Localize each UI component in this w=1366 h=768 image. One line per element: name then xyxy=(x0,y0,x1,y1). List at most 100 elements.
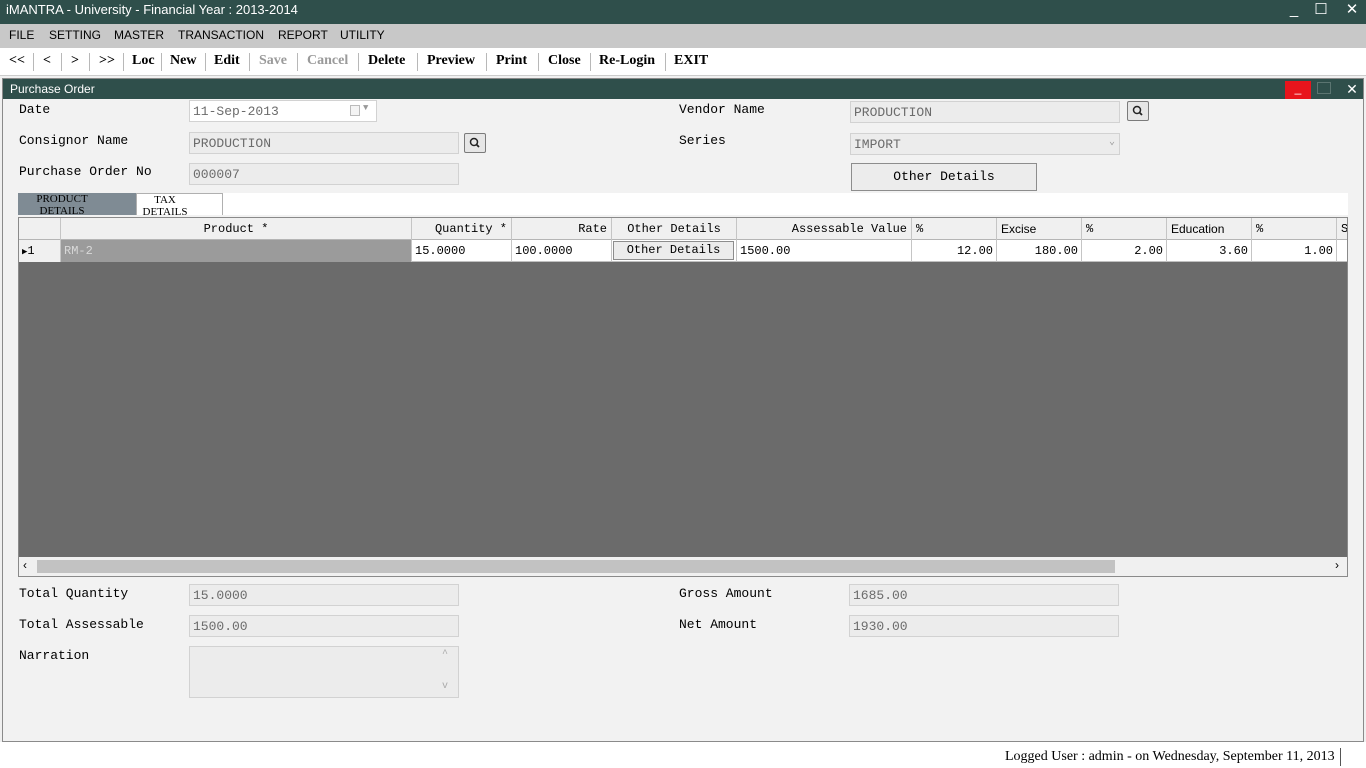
grid-header-assessable-value[interactable]: Assessable Value xyxy=(737,218,912,240)
total-quantity-label: Total Quantity xyxy=(19,586,129,601)
product-grid: Product * Quantity * Rate Other Details … xyxy=(18,217,1348,577)
cell-rate[interactable]: 100.0000 xyxy=(512,240,612,262)
delete-button[interactable]: Delete xyxy=(368,53,405,69)
window-title: Purchase Order xyxy=(10,82,95,96)
search-icon xyxy=(469,137,480,148)
cell-more[interactable] xyxy=(1337,240,1347,262)
series-label: Series xyxy=(679,133,726,148)
save-button[interactable]: Save xyxy=(259,53,287,69)
grid-header-quantity[interactable]: Quantity * xyxy=(412,218,512,240)
cell-education-percent[interactable]: 2.00 xyxy=(1082,240,1167,262)
cell-assessable-value[interactable]: 1500.00 xyxy=(737,240,912,262)
horizontal-scrollbar[interactable]: ‹ › xyxy=(19,557,1347,576)
gross-amount-field[interactable]: 1685.00 xyxy=(849,584,1119,606)
gross-amount-value: 1685.00 xyxy=(853,588,908,603)
vendor-search-button[interactable] xyxy=(1127,101,1149,121)
chevron-down-icon[interactable]: ▼ xyxy=(363,103,368,113)
toolbar-separator xyxy=(358,53,359,71)
scrollbar-thumb[interactable] xyxy=(37,560,1115,573)
maximize-icon[interactable]: ☐ xyxy=(1307,0,1335,22)
cancel-button[interactable]: Cancel xyxy=(307,53,348,69)
tab-product-details[interactable]: PRODUCT DETAILS xyxy=(18,193,136,217)
row-other-details-button[interactable]: Other Details xyxy=(613,241,734,260)
scroll-left-icon[interactable]: ‹ xyxy=(23,558,27,572)
minimize-icon[interactable]: _ xyxy=(1280,0,1308,22)
grid-header-other-details[interactable]: Other Details xyxy=(612,218,737,240)
toolbar-separator xyxy=(538,53,539,71)
window-minimize-icon[interactable]: _ xyxy=(1285,81,1311,99)
tab-label: TAX DETAILS xyxy=(142,194,188,218)
menu-utility[interactable]: UTILITY xyxy=(340,28,385,42)
menu-master[interactable]: MASTER xyxy=(114,28,164,42)
grid-header-education[interactable]: Education xyxy=(1167,218,1252,240)
close-button[interactable]: Close xyxy=(548,53,581,69)
new-button[interactable]: New xyxy=(170,53,196,69)
net-amount-value: 1930.00 xyxy=(853,619,908,634)
series-select[interactable]: IMPORT ⌄ xyxy=(850,133,1120,155)
menu-report[interactable]: REPORT xyxy=(278,28,328,42)
table-row[interactable]: ▶1 RM-2 15.0000 100.0000 Other Details 1… xyxy=(19,240,1347,262)
cell-percent[interactable]: 1.00 xyxy=(1252,240,1337,262)
total-quantity-value: 15.0000 xyxy=(193,588,248,603)
scroll-right-icon[interactable]: › xyxy=(1335,558,1339,572)
grid-header-product[interactable]: Product * xyxy=(61,218,412,240)
menu-setting[interactable]: SETTING xyxy=(49,28,101,42)
total-quantity-field[interactable]: 15.0000 xyxy=(189,584,459,606)
window-close-icon[interactable]: ✕ xyxy=(1343,79,1361,99)
cell-excise-percent[interactable]: 12.00 xyxy=(912,240,997,262)
preview-button[interactable]: Preview xyxy=(427,53,475,69)
print-button[interactable]: Print xyxy=(496,53,527,69)
chevron-down-icon[interactable]: ⌄ xyxy=(1109,136,1115,148)
close-icon[interactable]: ✕ xyxy=(1338,0,1366,22)
date-value: 11-Sep-2013 xyxy=(193,104,279,119)
consignor-search-button[interactable] xyxy=(464,133,486,153)
vendor-label: Vendor Name xyxy=(679,102,765,117)
grid-header: Product * Quantity * Rate Other Details … xyxy=(19,218,1347,240)
grid-header-percent[interactable]: % xyxy=(1082,218,1167,240)
status-separator xyxy=(1340,748,1341,766)
total-assessable-field[interactable]: 1500.00 xyxy=(189,615,459,637)
cell-other-details[interactable]: Other Details xyxy=(612,240,737,262)
toolbar-separator xyxy=(590,53,591,71)
row-header[interactable]: ▶1 xyxy=(19,240,61,262)
vendor-field[interactable]: PRODUCTION xyxy=(850,101,1120,123)
narration-label: Narration xyxy=(19,648,90,663)
scroll-up-icon[interactable]: ^ xyxy=(442,649,448,660)
grid-header-excise[interactable]: Excise xyxy=(997,218,1082,240)
grid-header-rate[interactable]: Rate xyxy=(512,218,612,240)
loc-button[interactable]: Loc xyxy=(132,53,155,69)
prev-record-button[interactable]: < xyxy=(43,53,51,69)
search-icon xyxy=(1132,105,1143,116)
total-assessable-value: 1500.00 xyxy=(193,619,248,634)
consignor-field[interactable]: PRODUCTION xyxy=(189,132,459,154)
total-assessable-label: Total Assessable xyxy=(19,617,144,632)
po-number-field[interactable]: 000007 xyxy=(189,163,459,185)
grid-header-percent[interactable]: % xyxy=(1252,218,1337,240)
first-record-button[interactable]: << xyxy=(9,53,25,69)
toolbar: << < > >> Loc New Edit Save Cancel Delet… xyxy=(0,48,1366,76)
narration-textarea[interactable]: ^ v xyxy=(189,646,459,698)
calendar-icon[interactable] xyxy=(350,105,360,116)
cell-education[interactable]: 3.60 xyxy=(1167,240,1252,262)
toolbar-separator xyxy=(123,53,124,71)
date-label: Date xyxy=(19,102,51,117)
tab-tax-details[interactable]: TAX DETAILS xyxy=(136,193,223,218)
cell-product[interactable]: RM-2 xyxy=(61,240,412,262)
net-amount-field[interactable]: 1930.00 xyxy=(849,615,1119,637)
window-maximize-icon[interactable] xyxy=(1317,82,1331,94)
edit-button[interactable]: Edit xyxy=(214,53,240,69)
last-record-button[interactable]: >> xyxy=(99,53,115,69)
menu-transaction[interactable]: TRANSACTION xyxy=(178,28,264,42)
next-record-button[interactable]: > xyxy=(71,53,79,69)
menu-file[interactable]: FILE xyxy=(9,28,34,42)
grid-header-more[interactable]: S xyxy=(1337,218,1347,240)
re-login-button[interactable]: Re-Login xyxy=(599,53,655,69)
grid-header-percent[interactable]: % xyxy=(912,218,997,240)
cell-quantity[interactable]: 15.0000 xyxy=(412,240,512,262)
other-details-button[interactable]: Other Details xyxy=(851,163,1037,191)
toolbar-separator xyxy=(89,53,90,71)
scroll-down-icon[interactable]: v xyxy=(442,681,448,692)
cell-excise[interactable]: 180.00 xyxy=(997,240,1082,262)
exit-button[interactable]: EXIT xyxy=(674,53,708,69)
date-picker[interactable]: 11-Sep-2013 ▼ xyxy=(189,100,377,122)
